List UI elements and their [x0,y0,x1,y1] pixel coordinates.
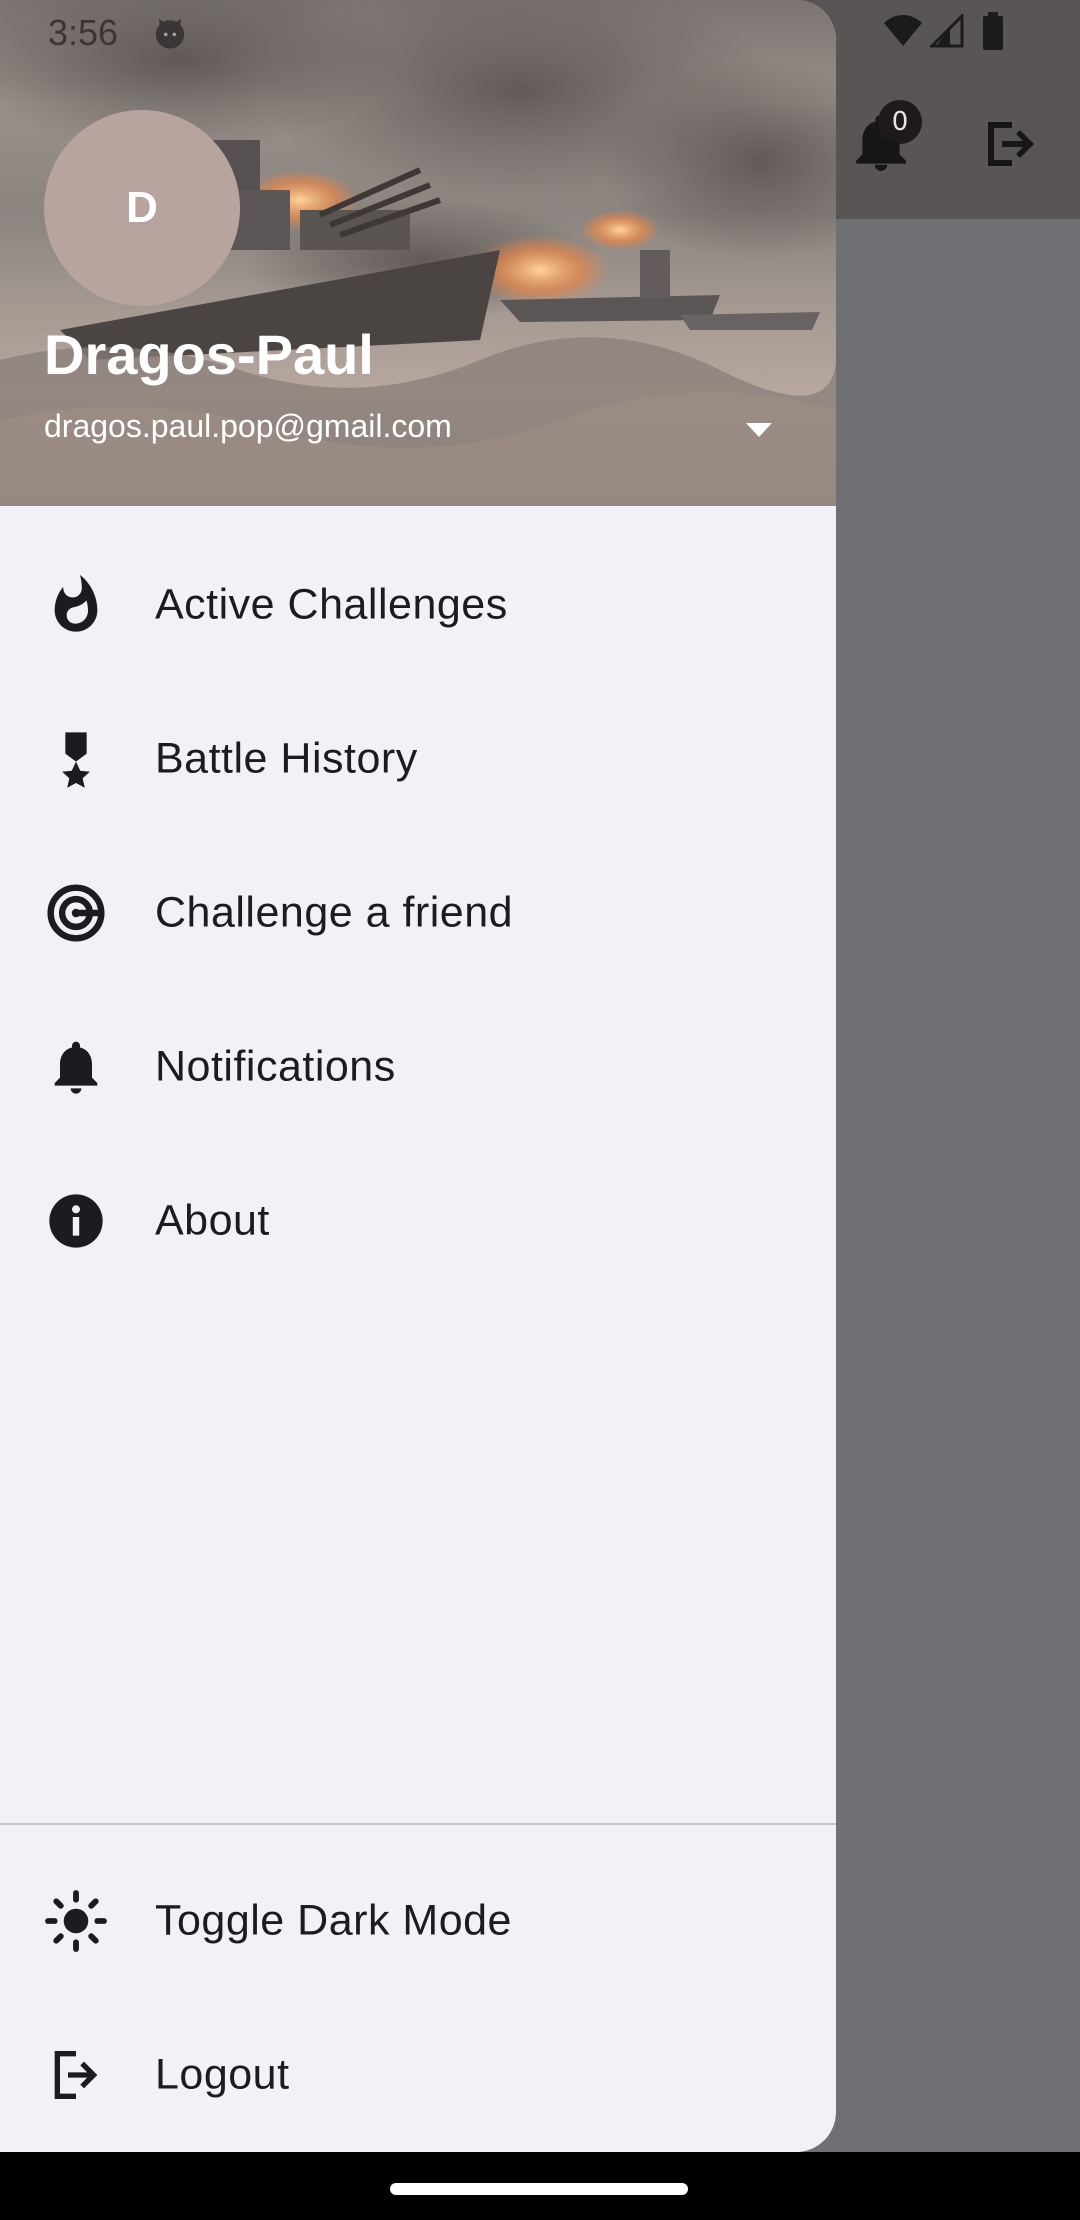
military-medal-icon [62,732,90,788]
home-gesture-handle[interactable] [390,2183,688,2195]
drawer-divider [0,1823,836,1825]
status-bar-left: 3:56 [0,0,836,64]
info-icon [49,1194,103,1248]
menu-item-label: Battle History [155,734,418,783]
menu-item-challenge-friend[interactable]: Challenge a friend [0,836,836,990]
menu-item-label: Toggle Dark Mode [155,1896,512,1945]
wifi-icon [884,15,922,46]
cellular-signal-icon [930,14,964,48]
notification-count-badge: 0 [878,100,922,144]
user-name: Dragos-Paul [44,323,374,386]
menu-item-label: Challenge a friend [155,888,514,937]
bell-icon [54,1041,98,1094]
avatar[interactable]: D [44,110,240,306]
user-email: dragos.paul.pop@gmail.com [44,408,452,444]
app-notification-icon [155,18,185,49]
menu-item-label: Logout [155,2050,290,2099]
flame-icon [54,574,98,632]
menu-item-toggle-dark-mode[interactable]: Toggle Dark Mode [0,1844,836,1998]
menu-item-active-challenges[interactable]: Active Challenges [0,528,836,682]
logout-icon[interactable] [984,117,1040,171]
menu-item-notifications[interactable]: Notifications [0,990,836,1144]
menu-item-label: Active Challenges [155,580,508,629]
status-time: 3:56 [48,12,119,53]
status-bar-right [836,0,1080,64]
drawer-header: D Dragos-Paul dragos.paul.pop@gmail.com [0,0,836,506]
menu-item-about[interactable]: About [0,1144,836,1298]
sun-icon [45,1890,107,1952]
logout-icon [54,2051,98,2099]
menu-item-battle-history[interactable]: Battle History [0,682,836,836]
dropdown-arrow-icon[interactable] [744,420,774,440]
menu-item-label: Notifications [155,1042,396,1091]
menu-item-label: About [155,1196,270,1245]
target-icon [47,884,105,942]
navigation-drawer: D Dragos-Paul dragos.paul.pop@gmail.com … [0,0,836,2152]
menu-item-logout[interactable]: Logout [0,1998,836,2152]
battery-icon [983,12,1003,50]
